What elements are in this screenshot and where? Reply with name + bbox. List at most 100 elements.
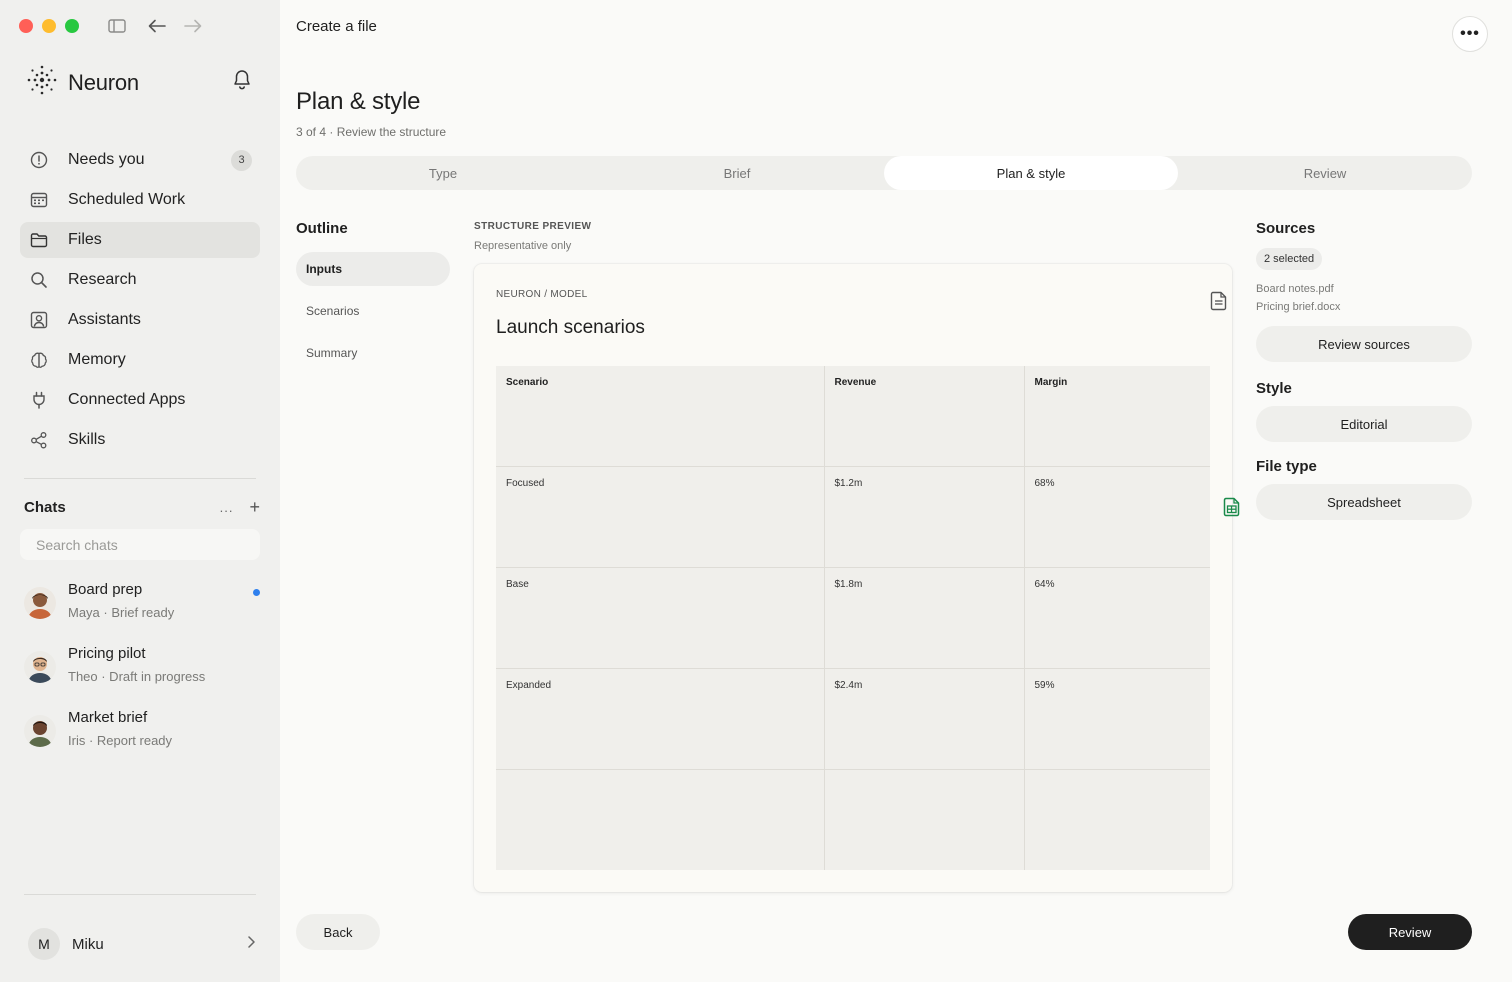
outline-item-inputs[interactable]: Inputs — [296, 252, 450, 286]
step-type[interactable]: Type — [296, 156, 590, 190]
style-select[interactable]: Editorial — [1256, 406, 1472, 442]
nav-item-files[interactable]: Files — [20, 222, 260, 258]
avatar — [24, 587, 56, 619]
window-title: Create a file — [296, 18, 377, 35]
chats-more-button[interactable]: ... — [220, 500, 234, 515]
table-header-row: Scenario Revenue Margin — [496, 366, 1210, 468]
nav-item-memory[interactable]: Memory — [20, 342, 260, 378]
source-file: Pricing brief.docx — [1256, 301, 1341, 313]
structure-preview-card: NEURON / MODEL Launch scenarios Scenario… — [474, 264, 1232, 892]
table-cell: 59% — [1023, 667, 1210, 770]
table-row: Expanded $2.4m 59% — [496, 667, 1210, 770]
chat-item-board-prep[interactable]: Board prep Maya · Brief ready — [24, 581, 260, 631]
close-window-button[interactable] — [19, 19, 33, 33]
minimize-window-button[interactable] — [42, 19, 56, 33]
sidebar-divider — [24, 894, 256, 895]
table-cell: Focused — [496, 466, 825, 569]
maximize-window-button[interactable] — [65, 19, 79, 33]
chat-status: Theo · Draft in progress — [68, 669, 206, 684]
unread-indicator — [253, 589, 260, 596]
table-cell — [823, 768, 1025, 870]
brand-name: Neuron — [68, 69, 139, 95]
outline-item-summary[interactable]: Summary — [296, 336, 450, 370]
main-nav: Needs you 3 Scheduled Work Files Researc… — [20, 142, 260, 462]
nav-label: Files — [68, 231, 102, 248]
sources-title: Sources — [1256, 220, 1316, 237]
more-options-button[interactable]: ••• — [1452, 16, 1488, 52]
brain-icon — [30, 351, 48, 369]
doc-title: Launch scenarios — [496, 317, 645, 338]
nav-item-skills[interactable]: Skills — [20, 422, 260, 458]
nav-item-scheduled-work[interactable]: Scheduled Work — [20, 182, 260, 218]
chat-item-market-brief[interactable]: Market brief Iris · Report ready — [24, 709, 260, 759]
nav-item-research[interactable]: Research — [20, 262, 260, 298]
user-name: Miku — [72, 935, 104, 953]
chat-name: Market brief — [68, 709, 148, 726]
avatar — [24, 651, 56, 683]
sources-selected-badge[interactable]: 2 selected — [1256, 248, 1323, 270]
nav-item-assistants[interactable]: Assistants — [20, 302, 260, 338]
search-icon — [30, 271, 48, 289]
folder-icon — [30, 231, 48, 249]
bell-icon[interactable] — [232, 69, 252, 91]
outline-title: Outline — [296, 220, 348, 237]
file-type-select[interactable]: Spreadsheet — [1256, 484, 1472, 520]
scenario-table: Scenario Revenue Margin Focused $1.2m 68… — [496, 366, 1210, 870]
page-title: Plan & style — [296, 88, 421, 115]
nav-label: Connected Apps — [68, 391, 186, 408]
table-cell: 68% — [1023, 466, 1210, 569]
table-cell — [496, 768, 825, 870]
chat-name: Board prep — [68, 581, 143, 598]
search-chats-input[interactable]: Search chats — [20, 529, 260, 560]
chevron-right-icon — [246, 935, 256, 954]
nav-item-needs-you[interactable]: Needs you 3 — [20, 142, 260, 178]
preview-label: STRUCTURE PREVIEW — [474, 221, 592, 232]
table-row — [496, 768, 1210, 870]
chat-status: Iris · Report ready — [68, 733, 173, 748]
window-controls — [19, 19, 79, 33]
back-button[interactable]: Back — [296, 914, 380, 950]
review-sources-button[interactable]: Review sources — [1256, 326, 1472, 362]
table-header-cell: Scenario — [496, 366, 825, 468]
chat-name: Pricing pilot — [68, 645, 146, 662]
table-cell: $1.2m — [823, 466, 1025, 569]
nav-label: Scheduled Work — [68, 191, 186, 208]
table-header-cell: Revenue — [823, 366, 1025, 468]
nav-item-connected-apps[interactable]: Connected Apps — [20, 382, 260, 418]
share-nodes-icon — [30, 431, 48, 449]
table-cell: Expanded — [496, 667, 825, 770]
back-arrow-icon[interactable] — [147, 16, 167, 36]
table-header-cell: Margin — [1023, 366, 1210, 468]
needs-you-count-badge: 3 — [231, 149, 252, 171]
style-title: Style — [1256, 380, 1292, 397]
assistant-icon — [30, 311, 48, 329]
forward-arrow-icon[interactable] — [183, 16, 203, 36]
nav-label: Assistants — [68, 311, 141, 328]
sidebar: Neuron Needs you 3 Scheduled Work Files — [0, 0, 280, 982]
chats-header: Chats ... + — [24, 497, 260, 518]
stepper: Type Brief Plan & style Review — [296, 156, 1472, 190]
brand[interactable]: Neuron — [26, 64, 139, 101]
step-brief[interactable]: Brief — [590, 156, 884, 190]
source-file: Board notes.pdf — [1256, 283, 1334, 295]
sidebar-divider — [24, 478, 256, 479]
sidebar-toggle-icon[interactable] — [107, 16, 127, 36]
nav-label: Skills — [68, 431, 106, 448]
outline-item-scenarios[interactable]: Scenarios — [296, 294, 450, 328]
spreadsheet-icon[interactable] — [1223, 497, 1241, 517]
table-cell — [1023, 768, 1210, 870]
nav-label: Needs you — [68, 151, 145, 168]
new-chat-button[interactable]: + — [249, 497, 260, 518]
table-cell: Base — [496, 567, 825, 669]
chats-title: Chats — [24, 499, 66, 516]
neuron-logo-icon — [26, 64, 58, 101]
step-plan-style[interactable]: Plan & style — [884, 156, 1178, 190]
chat-item-pricing-pilot[interactable]: Pricing pilot Theo · Draft in progress — [24, 645, 260, 695]
review-button[interactable]: Review — [1348, 914, 1472, 950]
user-profile[interactable]: M Miku — [28, 928, 256, 960]
file-type-title: File type — [1256, 458, 1317, 475]
preview-subtitle: Representative only — [474, 240, 572, 252]
document-icon[interactable] — [1210, 291, 1228, 311]
page-subtitle: 3 of 4 · Review the structure — [296, 125, 447, 139]
step-review[interactable]: Review — [1178, 156, 1472, 190]
